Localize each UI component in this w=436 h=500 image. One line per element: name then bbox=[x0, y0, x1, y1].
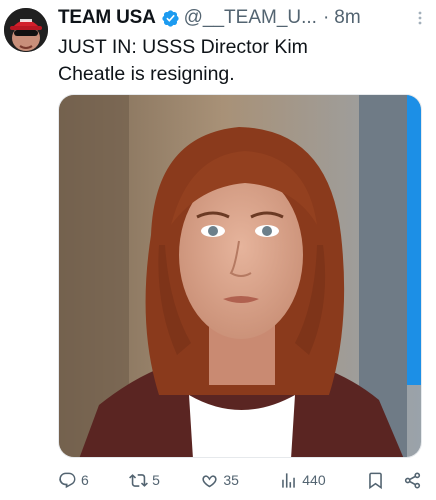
repost-count: 5 bbox=[152, 472, 160, 488]
tweet-media-photo[interactable] bbox=[58, 94, 422, 458]
tweet-card[interactable]: TEAM USA @__TEAM_U... · 8m JUST IN: USSS… bbox=[0, 0, 436, 500]
verified-badge-icon bbox=[161, 9, 180, 28]
like-button[interactable]: 35 bbox=[200, 471, 239, 490]
more-options-icon[interactable] bbox=[412, 10, 428, 26]
header-separator: · bbox=[322, 7, 330, 28]
repost-button[interactable]: 5 bbox=[129, 471, 160, 490]
like-count: 35 bbox=[223, 472, 239, 488]
tweet-header: TEAM USA @__TEAM_U... · 8m bbox=[58, 6, 428, 30]
views-chart-icon bbox=[282, 472, 296, 488]
tweet-timestamp[interactable]: 8m bbox=[334, 7, 360, 29]
news-photo-icon bbox=[59, 95, 421, 457]
tweet-text: JUST IN: USSS Director Kim Cheatle is re… bbox=[58, 34, 418, 88]
share-icon bbox=[404, 472, 421, 488]
tweet-actions: 6 5 35 440 bbox=[58, 468, 422, 492]
reply-count: 6 bbox=[81, 472, 89, 488]
author-display-name[interactable]: TEAM USA bbox=[58, 7, 156, 29]
bookmark-button[interactable] bbox=[366, 471, 385, 490]
repost-icon bbox=[129, 473, 149, 487]
tweet-text-line: Cheatle is resigning. bbox=[58, 63, 235, 85]
author-handle[interactable]: @__TEAM_U... bbox=[184, 7, 317, 29]
views-button[interactable]: 440 bbox=[279, 471, 326, 490]
secondary-actions bbox=[366, 471, 422, 490]
share-button[interactable] bbox=[403, 471, 422, 490]
reply-button[interactable]: 6 bbox=[58, 471, 89, 490]
author-avatar[interactable] bbox=[4, 8, 48, 52]
bookmark-icon bbox=[369, 472, 382, 489]
views-count: 440 bbox=[302, 472, 326, 488]
heart-icon bbox=[202, 474, 217, 487]
tweet-text-line: JUST IN: USSS Director Kim bbox=[58, 36, 308, 58]
avatar-image-icon bbox=[4, 8, 48, 52]
reply-icon bbox=[59, 472, 76, 488]
